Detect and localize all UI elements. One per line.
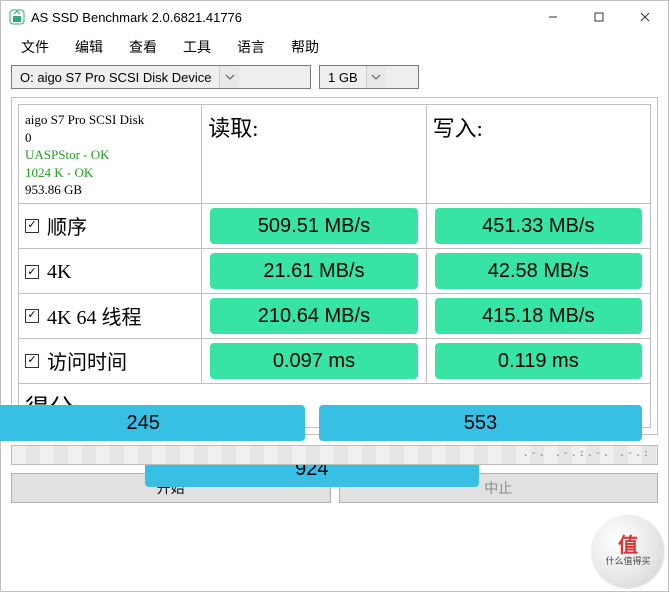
device-index: 0 [25,129,195,147]
checkbox-4k64[interactable]: ✓ [25,309,39,323]
results-table: aigo S7 Pro SCSI Disk 0 UASPStor - OK 10… [18,104,651,428]
row-4k-label: ✓ 4K [19,248,202,293]
fourk64-write: 415.18 MB/s [435,298,642,334]
device-info-cell: aigo S7 Pro SCSI Disk 0 UASPStor - OK 10… [19,105,202,204]
row-access-label: ✓ 访问时间 [19,338,202,383]
score-read: 245 [0,405,305,441]
checkbox-4k[interactable]: ✓ [25,265,39,279]
maximize-button[interactable] [576,1,622,33]
row-4k64-label: ✓ 4K 64 线程 [19,293,202,338]
header-write: 写入: [426,105,650,204]
menu-lang[interactable]: 语言 [225,34,277,60]
menubar: 文件 编辑 查看 工具 语言 帮助 [1,33,668,61]
selector-row: O: aigo S7 Pro SCSI Disk Device 1 GB [1,61,668,93]
menu-tools[interactable]: 工具 [171,34,223,60]
checkbox-access[interactable]: ✓ [25,354,39,368]
menu-view[interactable]: 查看 [117,34,169,60]
fourk-write: 42.58 MB/s [435,253,642,289]
minimize-button[interactable] [530,1,576,33]
chevron-down-icon [219,66,239,88]
header-read: 读取: [202,105,426,204]
access-read: 0.097 ms [210,343,417,379]
alignment-status: 1024 K - OK [25,164,195,182]
watermark-glyph: 值 [618,535,638,557]
menu-help[interactable]: 帮助 [279,34,331,60]
chevron-down-icon [366,66,386,88]
driver-status: UASPStor - OK [25,146,195,164]
device-name: aigo S7 Pro SCSI Disk [25,111,195,129]
progress-ornament: .-. .-.:.-. .-.: [523,448,651,459]
titlebar: AS SSD Benchmark 2.0.6821.41776 [1,1,668,33]
window-title: AS SSD Benchmark 2.0.6821.41776 [31,10,530,25]
app-icon [9,9,25,25]
label-4k: 4K [47,261,71,284]
row-seq-label: ✓ 顺序 [19,203,202,248]
score-write: 553 [319,405,642,441]
close-button[interactable] [622,1,668,33]
fourk-read: 21.61 MB/s [210,253,417,289]
access-write: 0.119 ms [435,343,642,379]
watermark-text: 什么值得买 [605,557,650,567]
size-select-value: 1 GB [320,68,366,87]
label-seq: 顺序 [47,211,87,240]
checkbox-seq[interactable]: ✓ [25,219,39,233]
menu-file[interactable]: 文件 [9,34,61,60]
size-select[interactable]: 1 GB [319,65,419,89]
device-select[interactable]: O: aigo S7 Pro SCSI Disk Device [11,65,311,89]
label-access: 访问时间 [47,346,127,375]
device-select-value: O: aigo S7 Pro SCSI Disk Device [12,68,219,87]
watermark-badge: 值 什么值得买 [592,515,664,587]
results-frame: aigo S7 Pro SCSI Disk 0 UASPStor - OK 10… [11,97,658,435]
window-controls [530,1,668,33]
app-window: AS SSD Benchmark 2.0.6821.41776 文件 编辑 查看… [0,0,669,592]
fourk64-read: 210.64 MB/s [210,298,417,334]
capacity: 953.86 GB [25,181,195,199]
menu-edit[interactable]: 编辑 [63,34,115,60]
progress-bar: .-. .-.:.-. .-.: [11,445,658,465]
label-4k64: 4K 64 线程 [47,301,141,330]
seq-read: 509.51 MB/s [210,208,417,244]
seq-write: 451.33 MB/s [435,208,642,244]
